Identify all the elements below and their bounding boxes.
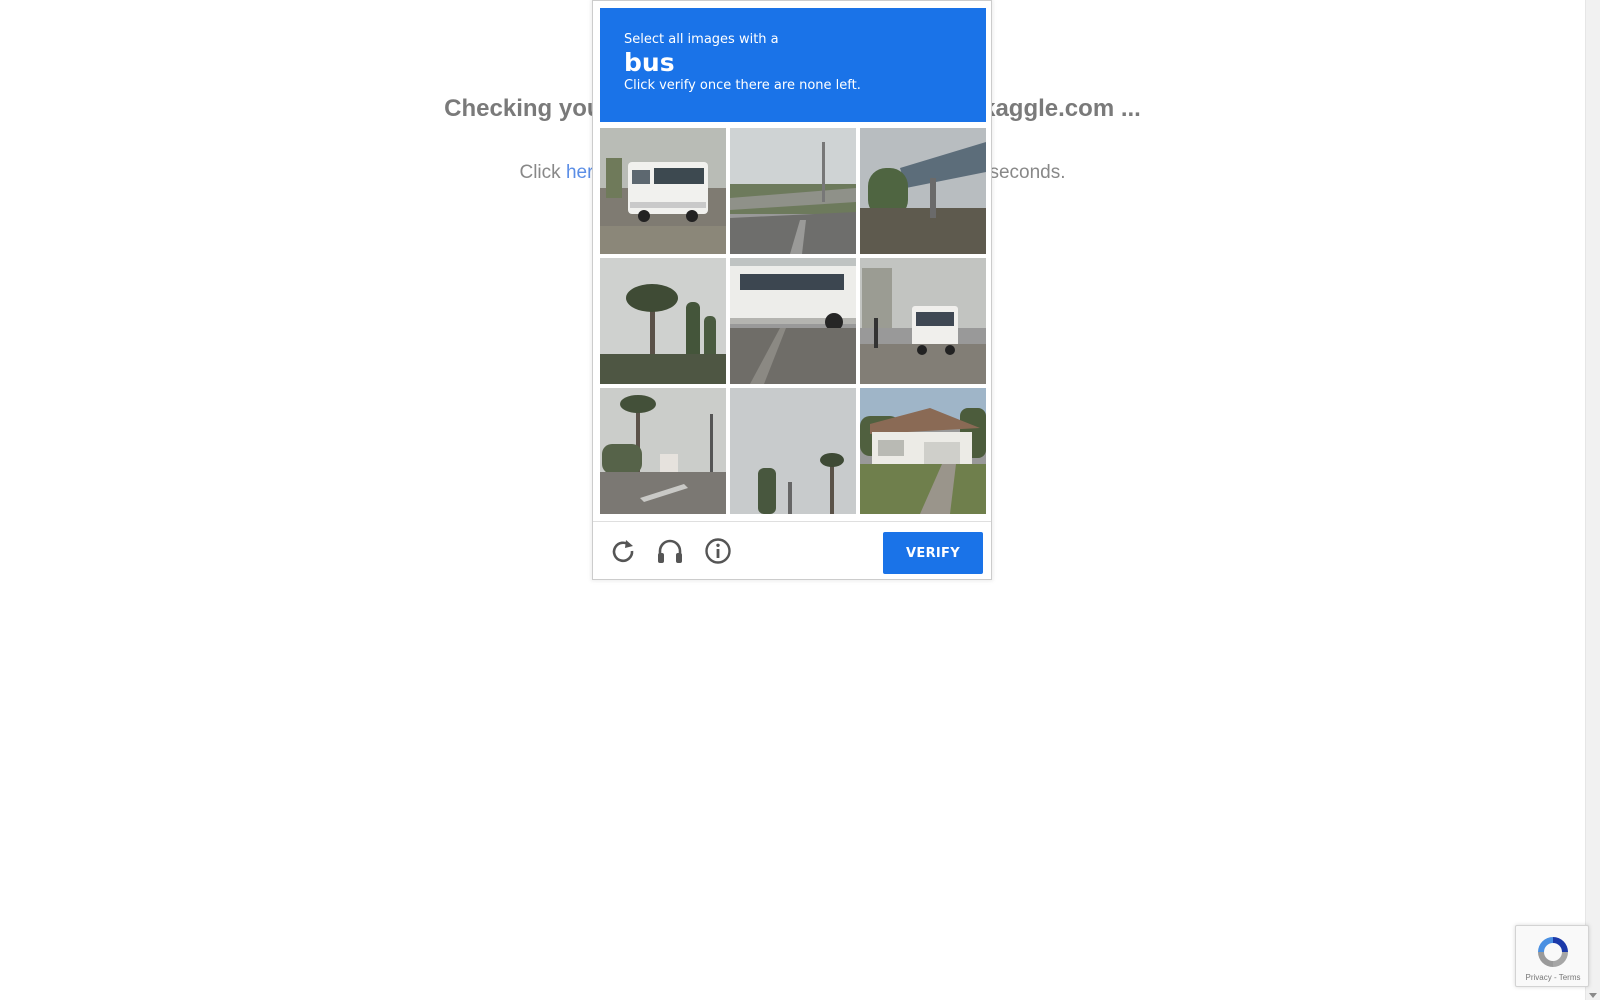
badge-links: Privacy - Terms [1516, 973, 1590, 982]
badge-separator: - [1551, 973, 1559, 982]
captcha-instructions: Select all images with a bus Click verif… [600, 8, 986, 122]
reload-icon[interactable] [608, 536, 638, 566]
overpass-image [730, 128, 856, 254]
palm-trees-image [600, 388, 726, 514]
image-tile-1[interactable] [600, 128, 726, 254]
vertical-scrollbar[interactable] [1585, 0, 1600, 1000]
image-tile-7[interactable] [600, 388, 726, 514]
bus-image [600, 128, 726, 254]
instruction-line-2: Click verify once there are none left. [624, 78, 861, 93]
headphones-icon[interactable] [655, 536, 685, 566]
image-tile-2[interactable] [730, 128, 856, 254]
scroll-down-icon[interactable] [1589, 993, 1597, 998]
verify-button[interactable]: VERIFY [883, 532, 983, 574]
privacy-link[interactable]: Privacy [1526, 973, 1552, 982]
bus-image [860, 258, 986, 384]
image-tile-3[interactable] [860, 128, 986, 254]
recaptcha-logo-icon [1538, 937, 1568, 967]
image-tile-6[interactable] [860, 258, 986, 384]
image-tile-9[interactable] [860, 388, 986, 514]
captcha-footer: VERIFY [593, 521, 991, 580]
redirect-text-before: Click [519, 162, 566, 183]
terms-link[interactable]: Terms [1559, 973, 1581, 982]
image-tile-8[interactable] [730, 388, 856, 514]
instruction-line-1: Select all images with a [624, 32, 779, 47]
image-tile-4[interactable] [600, 258, 726, 384]
bridge-image [860, 128, 986, 254]
palm-trees-image [600, 258, 726, 384]
bus-image [730, 258, 856, 384]
image-tile-5[interactable] [730, 258, 856, 384]
palm-tree-image [730, 388, 856, 514]
captcha-challenge: Select all images with a bus Click verif… [592, 0, 992, 580]
house-image [860, 388, 986, 514]
info-icon[interactable] [703, 536, 733, 566]
recaptcha-badge[interactable]: Privacy - Terms [1515, 925, 1589, 987]
instruction-keyword: bus [624, 48, 675, 77]
image-grid [600, 128, 986, 514]
